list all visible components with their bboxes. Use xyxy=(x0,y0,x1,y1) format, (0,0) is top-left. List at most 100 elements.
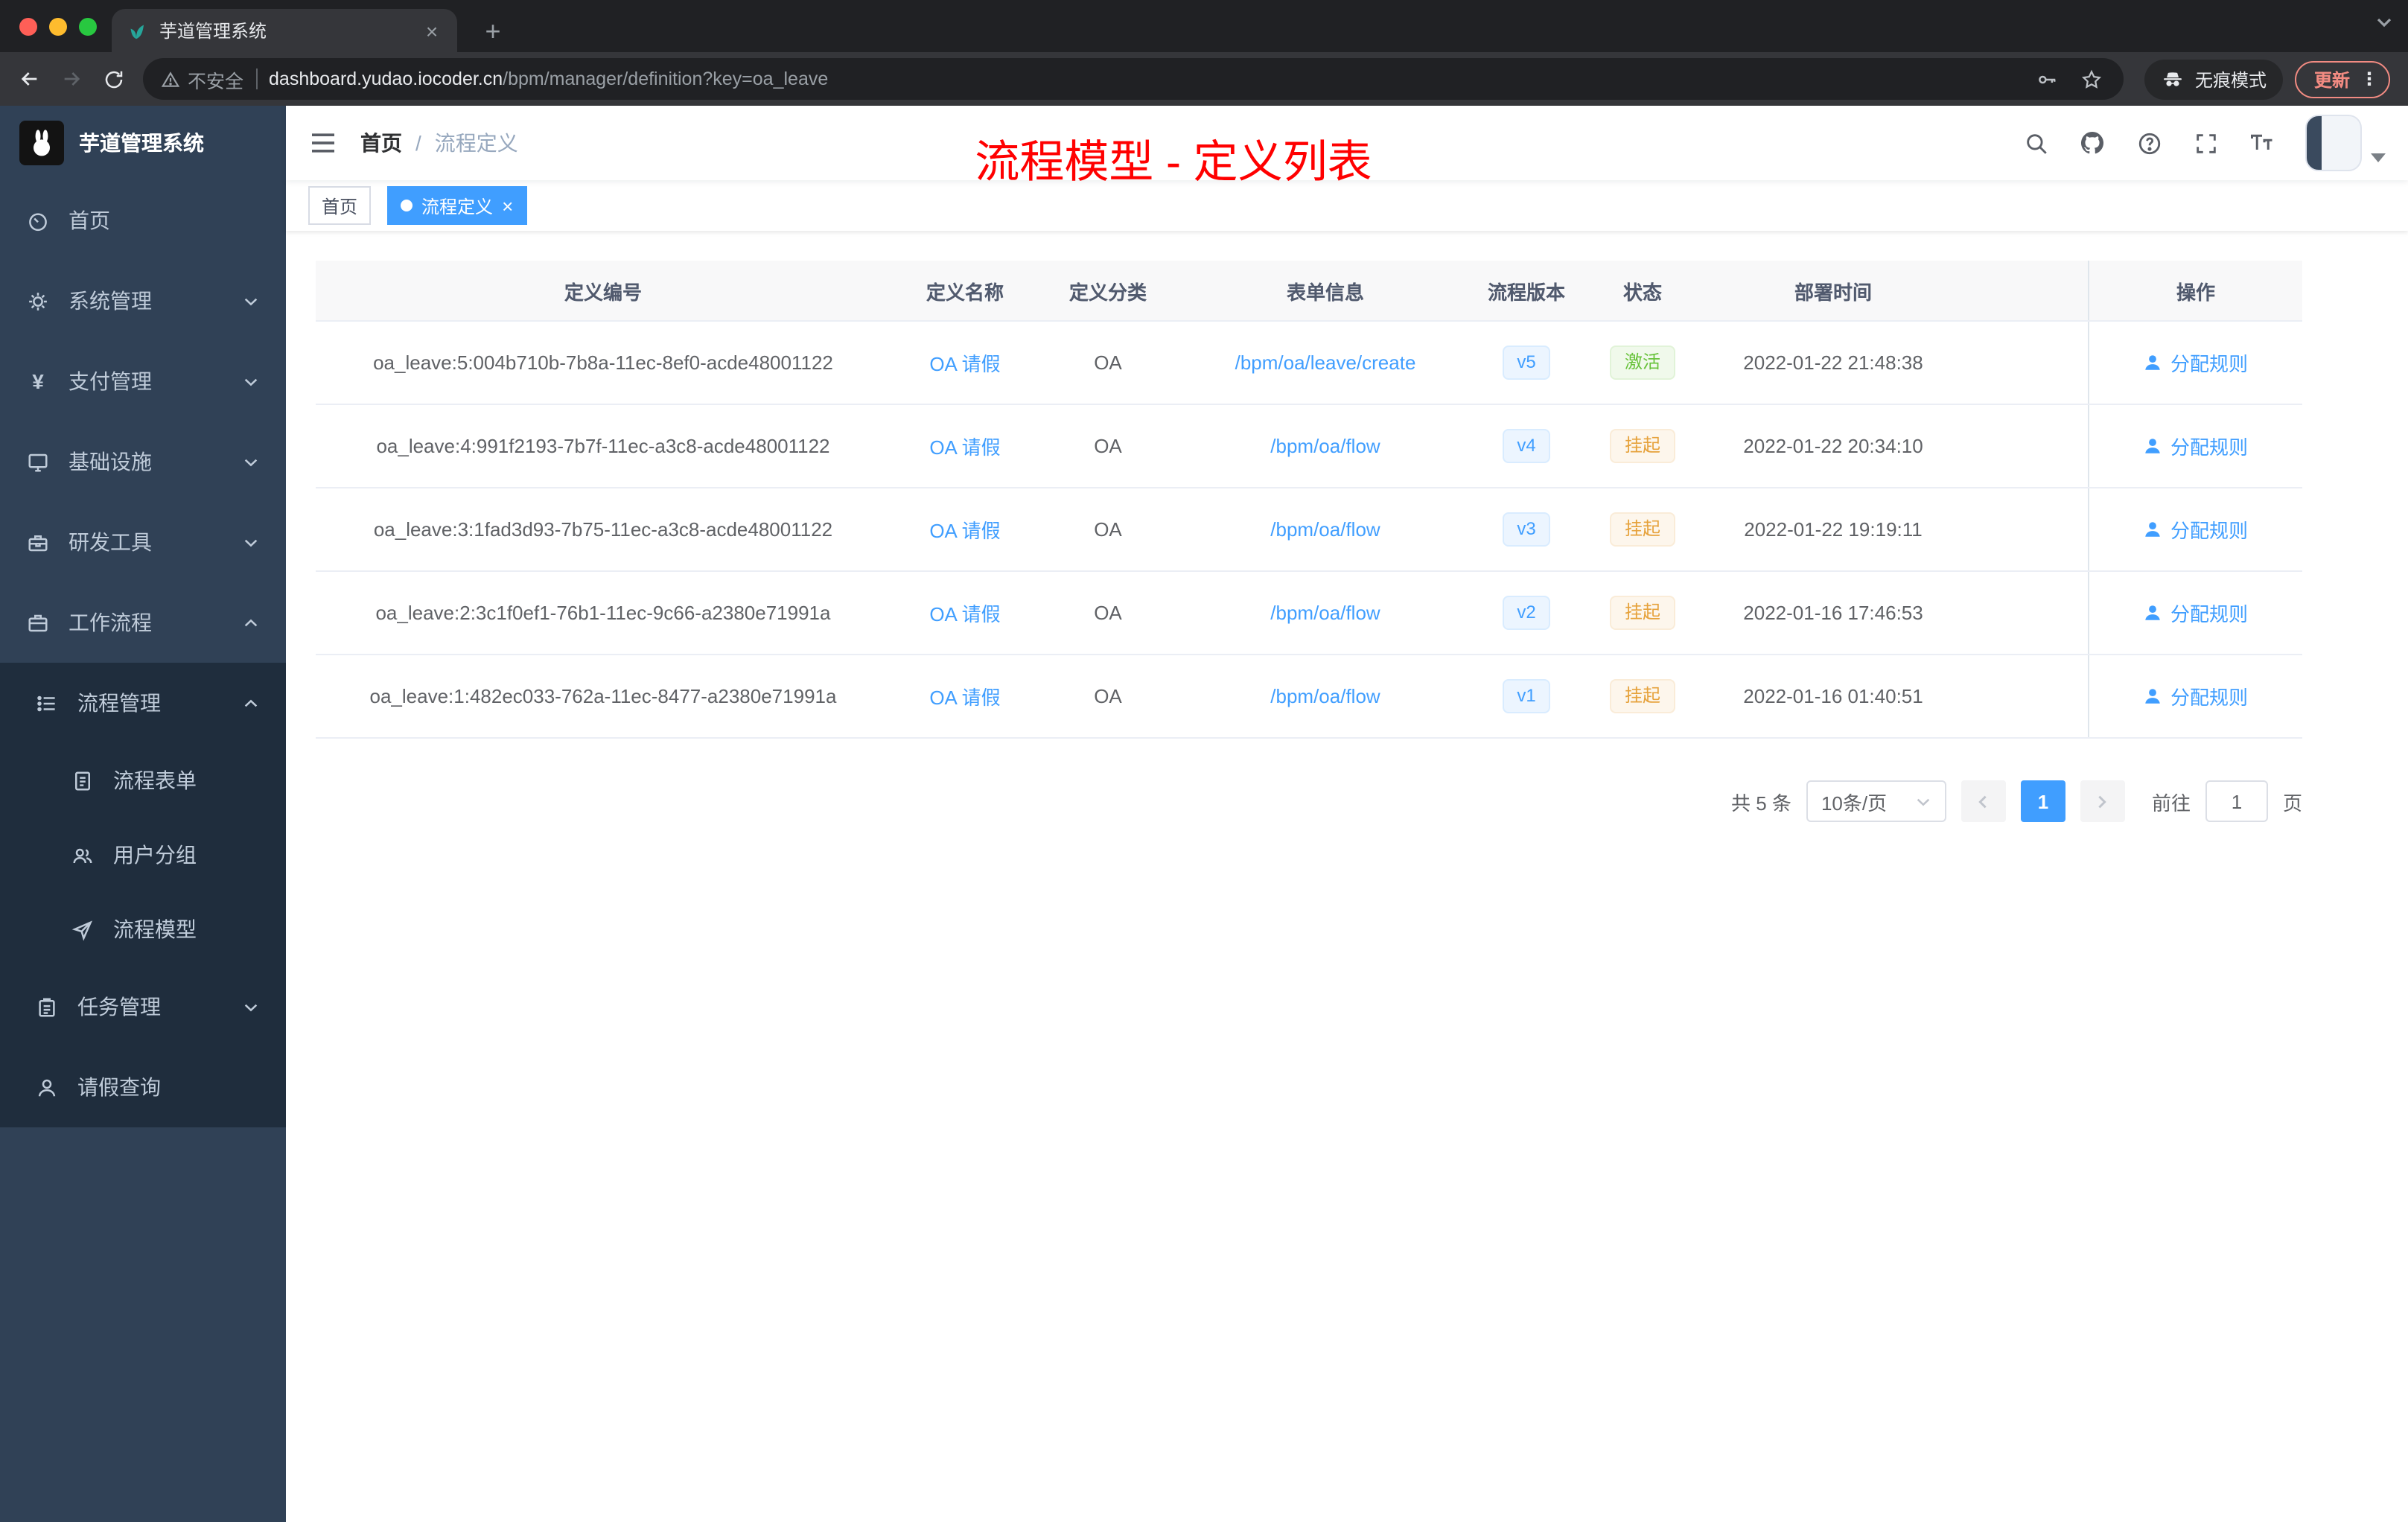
table-row: oa_leave:1:482ec033-762a-11ec-8477-a2380… xyxy=(316,655,2302,739)
user-avatar[interactable] xyxy=(2305,115,2386,171)
form-link[interactable]: /bpm/oa/flow xyxy=(1270,685,1380,707)
sidebar-item-process-form[interactable]: 流程表单 xyxy=(0,743,286,818)
page-size-select[interactable]: 10条/页 xyxy=(1806,780,1946,822)
sidebar-logo[interactable]: 芋道管理系统 xyxy=(0,106,286,180)
security-label: 不安全 xyxy=(188,71,244,92)
definition-name-link[interactable]: OA 请假 xyxy=(929,682,1000,710)
sidebar-item-user-group[interactable]: 用户分组 xyxy=(0,818,286,892)
table-row: oa_leave:2:3c1f0ef1-76b1-11ec-9c66-a2380… xyxy=(316,572,2302,655)
tab-search-chevron-icon[interactable] xyxy=(2375,12,2393,39)
browser-tab[interactable]: 芋道管理系统 × xyxy=(112,9,457,52)
users-icon xyxy=(71,844,94,866)
bookmark-star-icon[interactable] xyxy=(2079,66,2106,92)
definition-name-link[interactable]: OA 请假 xyxy=(929,515,1000,544)
pagination: 共 5 条 10条/页 1 前往 页 xyxy=(316,780,2302,822)
monitor-icon xyxy=(27,450,49,473)
chevron-down-icon xyxy=(1917,797,1930,806)
chevron-down-icon xyxy=(244,538,258,547)
sidebar-item-workflow[interactable]: 工作流程 xyxy=(0,582,286,663)
avatar-image xyxy=(2305,115,2362,171)
definition-category: OA xyxy=(1094,518,1122,541)
definition-name-link[interactable]: OA 请假 xyxy=(929,432,1000,460)
form-link[interactable]: /bpm/oa/flow xyxy=(1270,435,1380,457)
sidebar-item-task-management[interactable]: 任务管理 xyxy=(0,967,286,1047)
assign-rule-button[interactable]: 分配规则 xyxy=(2144,432,2248,460)
forward-button[interactable] xyxy=(51,58,92,100)
prev-page-button[interactable] xyxy=(1961,780,2006,822)
version-badge: v4 xyxy=(1502,428,1551,464)
definition-table: 定义编号 定义名称 定义分类 表单信息 流程版本 状态 部署时间 操作 oa_l… xyxy=(316,261,2302,739)
assign-rule-button[interactable]: 分配规则 xyxy=(2144,348,2248,377)
annotation-title: 流程模型 - 定义列表 xyxy=(975,138,1372,188)
definition-id: oa_leave:2:3c1f0ef1-76b1-11ec-9c66-a2380… xyxy=(375,602,831,624)
url-bar[interactable]: 不安全 dashboard.yudao.iocoder.cn /bpm/mana… xyxy=(143,58,2124,100)
definition-id: oa_leave:5:004b710b-7b8a-11ec-8ef0-acde4… xyxy=(373,351,833,374)
status-badge: 挂起 xyxy=(1609,428,1675,464)
person-icon xyxy=(36,1076,58,1098)
sidebar-item-home[interactable]: 首页 xyxy=(0,180,286,261)
sidebar-item-payment[interactable]: ¥ 支付管理 xyxy=(0,341,286,421)
table-row: oa_leave:4:991f2193-7b7f-11ec-a3c8-acde4… xyxy=(316,405,2302,488)
back-button[interactable] xyxy=(9,58,51,100)
sidebar-item-devtools[interactable]: 研发工具 xyxy=(0,502,286,582)
sidebar-item-process-management[interactable]: 流程管理 xyxy=(0,663,286,743)
active-dot xyxy=(401,200,413,211)
form-link[interactable]: /bpm/oa/flow xyxy=(1270,518,1380,541)
version-badge: v5 xyxy=(1502,345,1551,380)
chevron-up-icon xyxy=(244,698,258,707)
sidebar-item-process-model[interactable]: 流程模型 xyxy=(0,892,286,967)
form-link[interactable]: /bpm/oa/leave/create xyxy=(1235,351,1416,374)
font-size-icon[interactable] xyxy=(2249,130,2275,156)
fullscreen-icon[interactable] xyxy=(2192,130,2219,156)
tab-favicon xyxy=(125,19,147,42)
password-key-icon[interactable] xyxy=(2034,66,2061,92)
close-window-button[interactable] xyxy=(19,17,37,35)
caret-down-icon xyxy=(2371,153,2386,162)
github-icon[interactable] xyxy=(2079,130,2106,156)
sidebar-item-system[interactable]: 系统管理 xyxy=(0,261,286,341)
page-number-button[interactable]: 1 xyxy=(2020,780,2065,822)
minimize-window-button[interactable] xyxy=(49,17,67,35)
assign-rule-button[interactable]: 分配规则 xyxy=(2144,682,2248,710)
person-icon xyxy=(2146,355,2161,370)
update-chrome-button[interactable]: 更新 ⋮ xyxy=(2294,60,2390,98)
next-page-button[interactable] xyxy=(2080,780,2125,822)
person-icon xyxy=(2146,605,2161,620)
chevron-down-icon xyxy=(244,297,258,305)
search-icon[interactable] xyxy=(2022,130,2049,156)
new-tab-button[interactable]: + xyxy=(474,12,512,51)
sidebar-item-leave-query[interactable]: 请假查询 xyxy=(0,1047,286,1127)
definition-name-link[interactable]: OA 请假 xyxy=(929,599,1000,627)
col-process-version: 流程版本 xyxy=(1487,281,1565,303)
hamburger-icon[interactable] xyxy=(308,128,338,158)
assign-rule-button[interactable]: 分配规则 xyxy=(2144,515,2248,544)
tag-process-definition[interactable]: 流程定义 × xyxy=(387,186,527,225)
definition-category: OA xyxy=(1094,435,1122,457)
browser-toolbar: 不安全 dashboard.yudao.iocoder.cn /bpm/mana… xyxy=(0,52,2408,106)
tab-close-icon[interactable]: × xyxy=(420,19,444,42)
incognito-badge: 无痕模式 xyxy=(2144,59,2283,99)
form-link[interactable]: /bpm/oa/flow xyxy=(1270,602,1380,624)
col-deploy-time: 部署时间 xyxy=(1794,281,1872,303)
sidebar-item-infrastructure[interactable]: 基础设施 xyxy=(0,421,286,502)
reload-button[interactable] xyxy=(92,58,134,100)
table-row: oa_leave:3:1fad3d93-7b75-11ec-a3c8-acde4… xyxy=(316,488,2302,572)
assign-rule-button[interactable]: 分配规则 xyxy=(2144,599,2248,627)
table-row: oa_leave:5:004b710b-7b8a-11ec-8ef0-acde4… xyxy=(316,322,2302,405)
version-badge: v1 xyxy=(1502,678,1551,714)
definition-id: oa_leave:4:991f2193-7b7f-11ec-a3c8-acde4… xyxy=(376,435,830,457)
yen-icon: ¥ xyxy=(32,369,44,393)
zoom-window-button[interactable] xyxy=(79,17,97,35)
tag-home[interactable]: 首页 xyxy=(308,186,372,225)
col-actions: 操作 xyxy=(2088,261,2302,320)
browser-menu-icon[interactable]: ⋮ xyxy=(2360,70,2378,88)
definition-name-link[interactable]: OA 请假 xyxy=(929,348,1000,377)
tag-close-icon[interactable]: × xyxy=(502,196,513,215)
help-icon[interactable] xyxy=(2135,130,2162,156)
gear-icon xyxy=(27,290,49,312)
chevron-down-icon xyxy=(244,378,258,386)
breadcrumb: 首页 / 流程定义 xyxy=(360,128,518,158)
breadcrumb-home[interactable]: 首页 xyxy=(360,128,402,158)
page-content: 定义编号 定义名称 定义分类 表单信息 流程版本 状态 部署时间 操作 oa_l… xyxy=(286,231,2408,1522)
goto-page-input[interactable] xyxy=(2205,780,2268,822)
